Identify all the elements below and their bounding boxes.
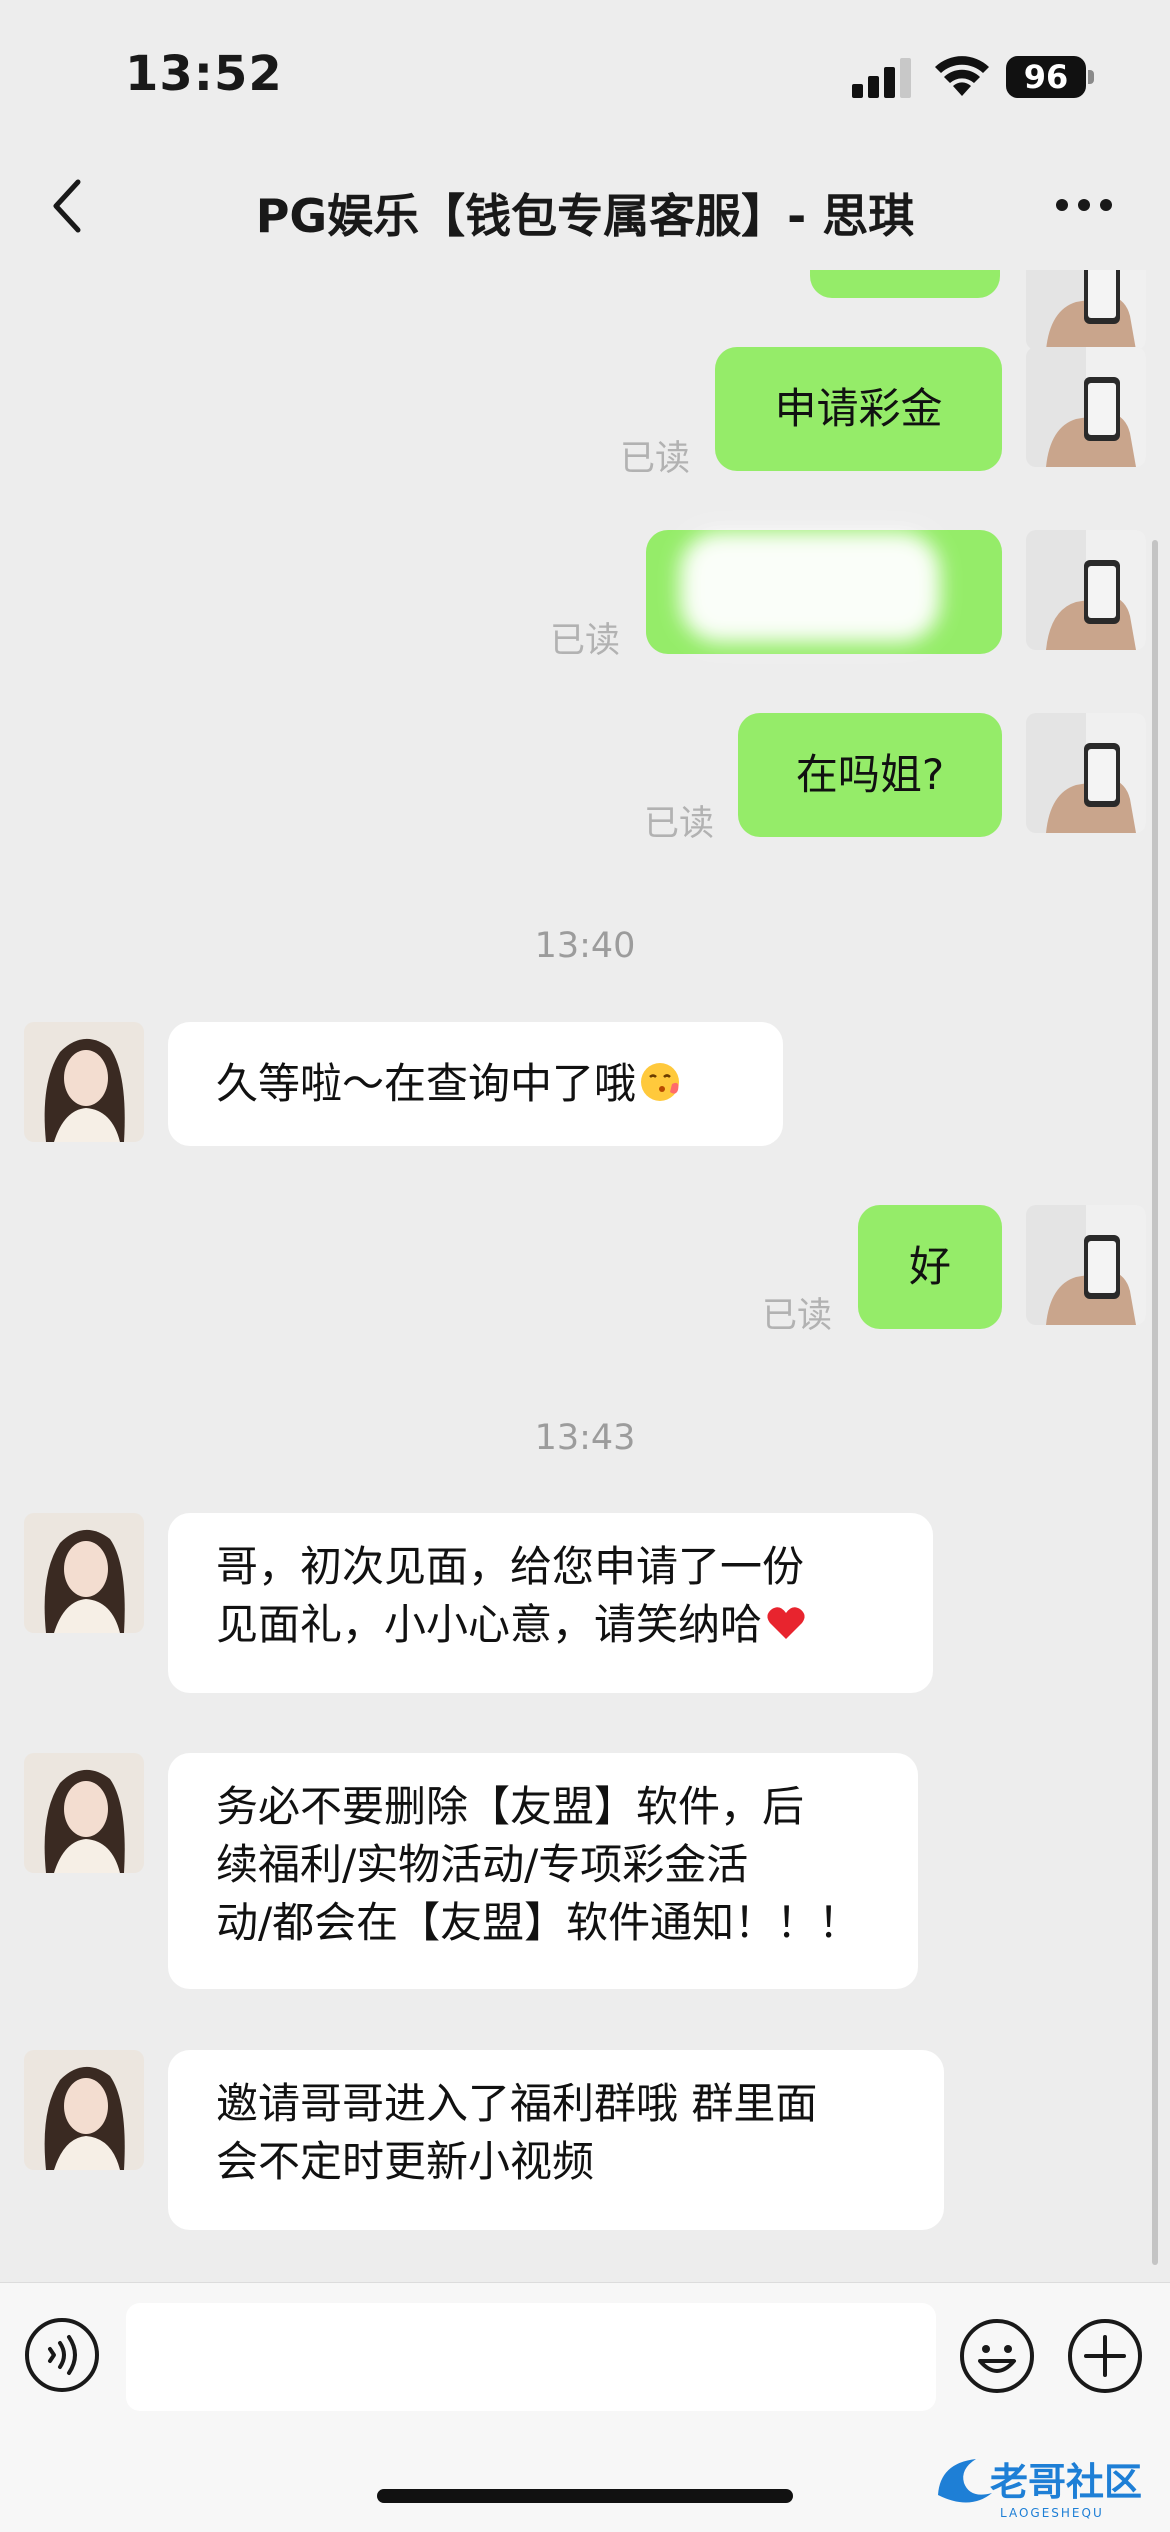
home-indicator[interactable] <box>377 2489 793 2503</box>
message-line-with-emoji: 见面礼，小小心意，请笑纳哈 <box>216 1596 885 1654</box>
chevron-left-icon[interactable] <box>44 176 94 236</box>
message-bubble-incoming[interactable]: 哥，初次见面，给您申请了一份 见面礼，小小心意，请笑纳哈 <box>168 1513 933 1693</box>
contact-avatar[interactable] <box>24 1022 144 1142</box>
contact-avatar[interactable] <box>24 1513 144 1633</box>
read-status: 已读 <box>550 621 621 661</box>
plus-icon[interactable] <box>1066 2317 1144 2395</box>
voice-icon[interactable] <box>24 2317 100 2393</box>
read-status: 已读 <box>762 1296 833 1336</box>
user-avatar[interactable] <box>1026 713 1146 833</box>
redaction-mask <box>680 532 940 642</box>
emoji-icon[interactable] <box>958 2317 1036 2395</box>
message-text: 在吗姐? <box>795 750 945 799</box>
svg-text:LAOGESHEQU: LAOGESHEQU <box>1000 2506 1104 2520</box>
user-avatar[interactable] <box>1026 270 1146 350</box>
message-input[interactable] <box>126 2303 936 2411</box>
timestamp: 13:43 <box>534 1418 636 1458</box>
message-bubble-partial[interactable] <box>810 270 1000 298</box>
input-bar: 老哥社区 LAOGESHEQU <box>0 2282 1170 2532</box>
user-avatar[interactable] <box>1026 1205 1146 1325</box>
contact-avatar[interactable] <box>24 1753 144 1873</box>
message-bubble-outgoing[interactable]: 申请彩金 <box>715 347 1002 471</box>
kissing-face-icon <box>641 1063 680 1101</box>
read-status: 已读 <box>644 804 715 844</box>
status-bar: 13:52 96 <box>0 0 1170 140</box>
message-line: 续福利/实物活动/专项彩金活 <box>216 1840 749 1889</box>
message-line: 见面礼，小小心意，请笑纳哈 <box>216 1600 763 1649</box>
message-text: 久等啦～在查询中了哦 <box>216 1059 637 1108</box>
battery-icon: 96 <box>1006 56 1094 98</box>
more-dots-icon[interactable] <box>1054 188 1114 222</box>
message-line: 邀请哥哥进入了福利群哦 群里面 <box>216 2079 818 2128</box>
scrollbar[interactable] <box>1152 540 1158 2265</box>
watermark-logo: 老哥社区 LAOGESHEQU <box>938 2459 1142 2520</box>
message-bubble-incoming[interactable]: 久等啦～在查询中了哦 <box>168 1022 783 1146</box>
message-line: 哥，初次见面，给您申请了一份 <box>216 1542 805 1591</box>
user-avatar[interactable] <box>1026 347 1146 467</box>
red-heart-icon <box>767 1607 805 1639</box>
user-avatar[interactable] <box>1026 530 1146 650</box>
chat-header: PG娱乐【钱包专属客服】- 思琪 <box>0 140 1170 270</box>
wifi-icon <box>935 56 989 96</box>
message-bubble-incoming[interactable]: 邀请哥哥进入了福利群哦 群里面 会不定时更新小视频 <box>168 2050 944 2230</box>
battery-tip <box>1088 70 1094 84</box>
message-line: 动/都会在【友盟】软件通知！！！ <box>216 1898 861 1947</box>
message-bubble-outgoing[interactable]: 好 <box>858 1205 1002 1329</box>
message-bubble-outgoing[interactable]: 在吗姐? <box>738 713 1002 837</box>
timestamp: 13:40 <box>534 926 636 966</box>
status-time: 13:52 <box>125 46 283 102</box>
message-bubble-incoming[interactable]: 务必不要删除【友盟】软件，后 续福利/实物活动/专项彩金活 动/都会在【友盟】软… <box>168 1753 918 1989</box>
message-line: 会不定时更新小视频 <box>216 2137 595 2186</box>
contact-avatar[interactable] <box>24 2050 144 2170</box>
battery-level: 96 <box>1006 56 1086 98</box>
message-list[interactable]: 已读 申请彩金 已读 已读 在吗姐? 13:40 久等啦～在查询中了哦 已读 好… <box>0 270 1170 2268</box>
signal-icon <box>852 58 911 98</box>
message-text: 申请彩金 <box>774 384 943 433</box>
message-line: 务必不要删除【友盟】软件，后 <box>216 1782 805 1831</box>
chat-title: PG娱乐【钱包专属客服】- 思琪 <box>255 189 915 243</box>
svg-text:老哥社区: 老哥社区 <box>990 2460 1142 2504</box>
message-text: 好 <box>908 1242 951 1291</box>
read-status: 已读 <box>620 439 691 479</box>
